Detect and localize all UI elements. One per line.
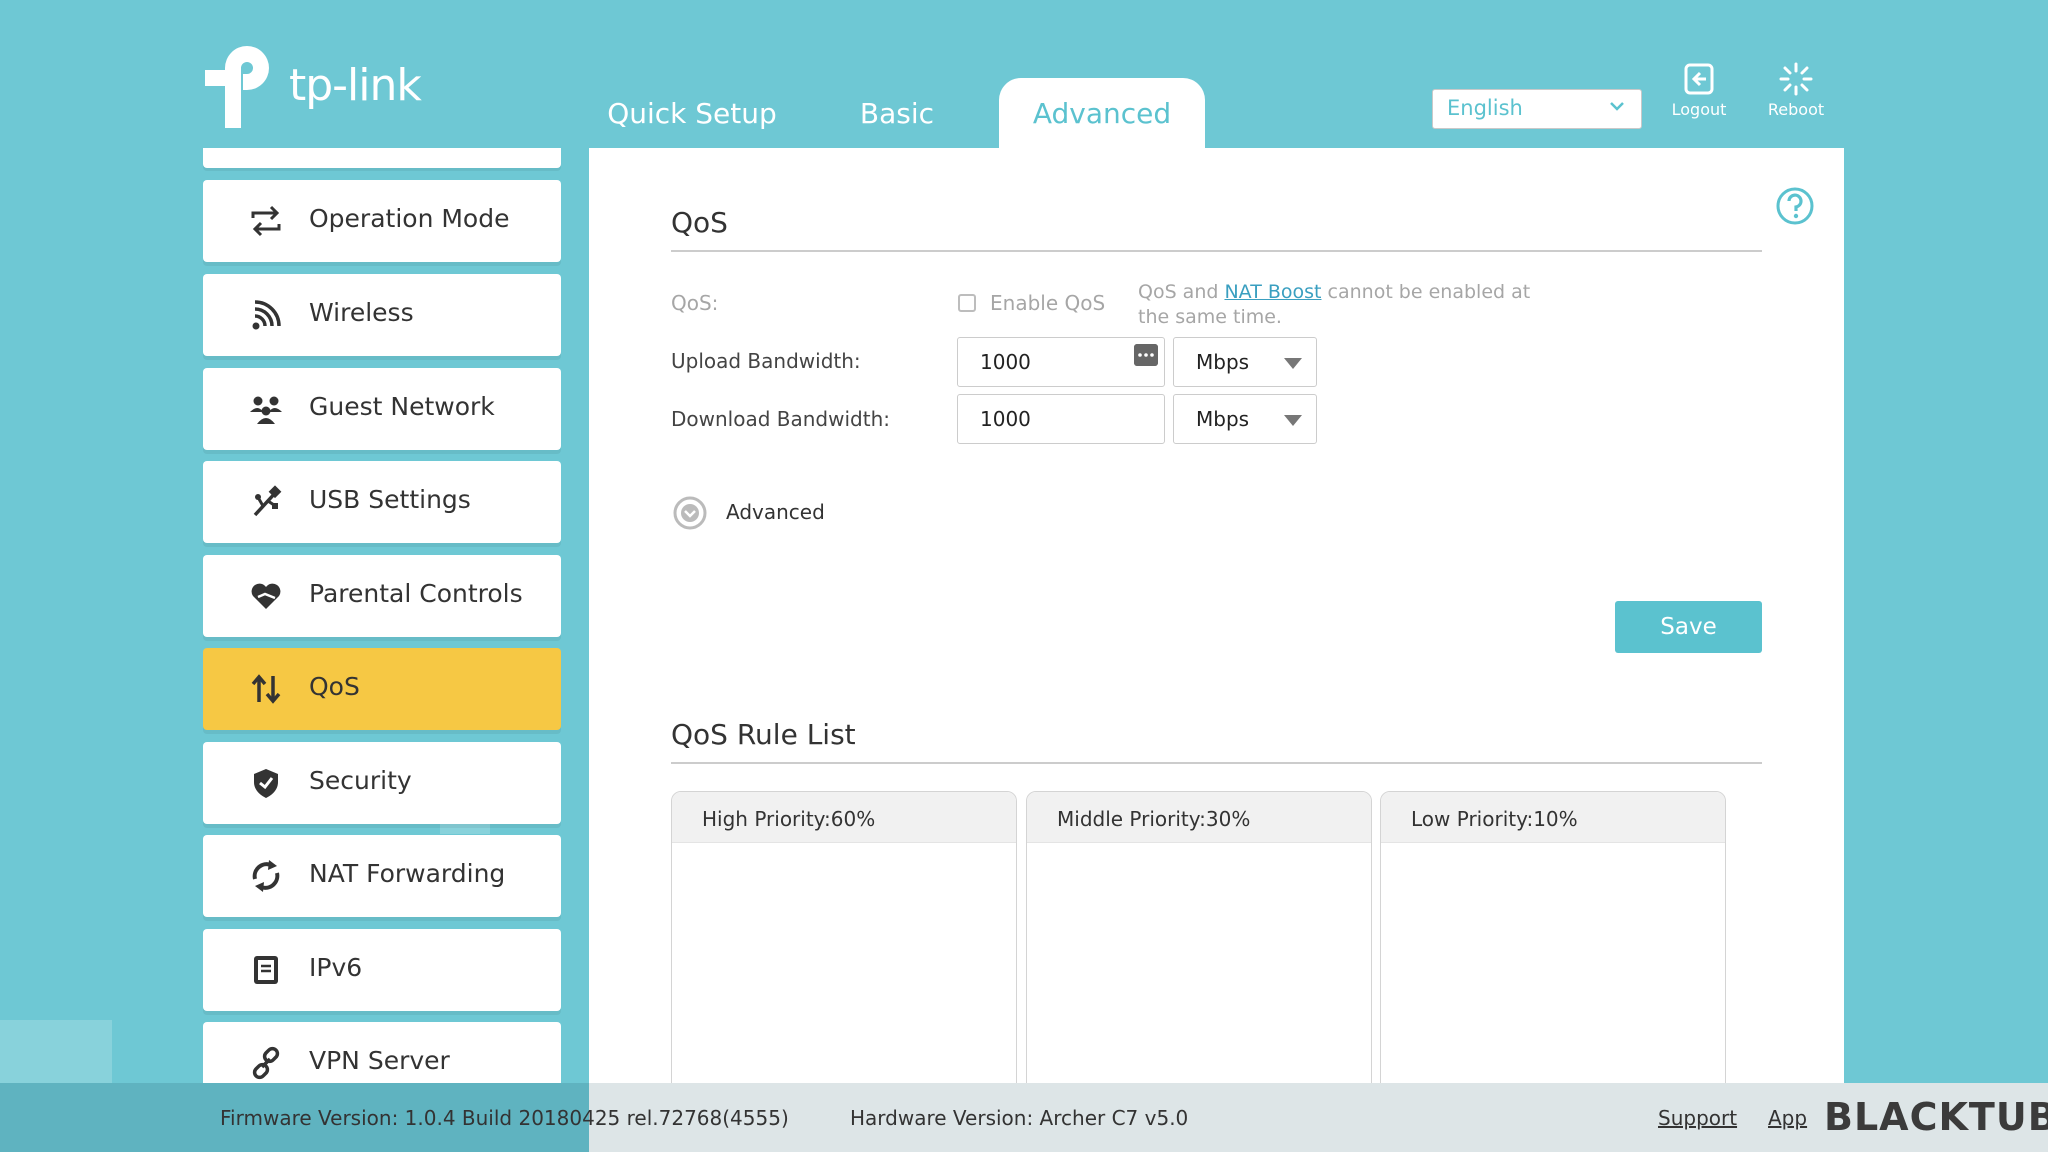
tab-advanced[interactable]: Advanced	[999, 78, 1205, 148]
sidebar-item-label: Wireless	[309, 298, 414, 327]
guest-network-icon	[250, 396, 282, 424]
sidebar-item-label: Guest Network	[309, 392, 495, 421]
qos-label: QoS:	[671, 291, 719, 315]
nat-boost-link[interactable]: NAT Boost	[1224, 281, 1321, 303]
sidebar-item-label: Parental Controls	[309, 579, 523, 608]
language-value: English	[1447, 96, 1523, 120]
section-title-rule-list: QoS Rule List	[671, 718, 856, 751]
sidebar-item-label: NAT Forwarding	[309, 859, 506, 888]
logout-button[interactable]: Logout	[1654, 62, 1744, 119]
priority-header: Low Priority:10%	[1381, 792, 1725, 843]
sidebar-item-guest-network[interactable]: Guest Network	[203, 368, 561, 450]
upload-unit-select[interactable]: Mbps	[1173, 337, 1317, 387]
download-bandwidth-label: Download Bandwidth:	[671, 407, 890, 431]
vpn-link-icon	[252, 1046, 280, 1080]
logout-icon	[1684, 63, 1714, 95]
sidebar-item-security[interactable]: Security	[203, 742, 561, 824]
keyboard-icon[interactable]	[1134, 344, 1158, 366]
divider	[671, 762, 1762, 764]
high-priority-box: High Priority:60%	[671, 791, 1017, 1093]
tab-quick-setup[interactable]: Quick Setup	[600, 78, 784, 148]
parental-controls-icon	[251, 583, 281, 609]
usb-icon	[253, 485, 282, 517]
nat-forwarding-icon	[252, 860, 280, 892]
dropdown-arrow-icon	[1284, 415, 1302, 426]
sidebar-item-label: Operation Mode	[309, 204, 510, 233]
sidebar-item-wireless[interactable]: Wireless	[203, 274, 561, 356]
note-text: QoS and	[1138, 281, 1225, 303]
upload-bandwidth-label: Upload Bandwidth:	[671, 349, 861, 373]
tp-link-logo: tp-link	[203, 46, 433, 132]
watermark: BLACKTUBI	[1824, 1095, 2048, 1139]
divider	[671, 250, 1762, 252]
sidebar-item-usb-settings[interactable]: USB Settings	[203, 461, 561, 543]
nat-boost-note: QoS and NAT Boost cannot be enabled at t…	[1138, 280, 1558, 330]
operation-mode-icon	[251, 205, 281, 237]
sidebar-item-nat-forwarding[interactable]: NAT Forwarding	[203, 835, 561, 917]
sidebar-item-operation-mode[interactable]: Operation Mode	[203, 180, 561, 262]
enable-qos-checkbox[interactable]	[958, 294, 976, 312]
sidebar-item-qos[interactable]: QoS	[203, 648, 561, 730]
ipv6-icon	[254, 956, 278, 984]
advanced-toggle-label[interactable]: Advanced	[726, 500, 825, 524]
download-unit-select[interactable]: Mbps	[1173, 394, 1317, 444]
download-value: 1000	[980, 407, 1031, 431]
app-link[interactable]: App	[1768, 1106, 1807, 1130]
sidebar-item-ipv6[interactable]: IPv6	[203, 929, 561, 1011]
sidebar-item-label: VPN Server	[309, 1046, 450, 1075]
logout-label: Logout	[1671, 100, 1727, 119]
upload-value: 1000	[980, 350, 1031, 374]
tp-link-mark-icon	[205, 46, 269, 128]
footer: Firmware Version: 1.0.4 Build 20180425 r…	[0, 1083, 2048, 1152]
sidebar-item-parental-controls[interactable]: Parental Controls	[203, 555, 561, 637]
upload-unit-value: Mbps	[1196, 350, 1250, 374]
dropdown-arrow-icon	[1284, 358, 1302, 369]
download-bandwidth-input[interactable]: 1000	[957, 394, 1165, 444]
priority-header: High Priority:60%	[672, 792, 1016, 843]
language-select[interactable]: English	[1432, 89, 1642, 129]
logo-text: tp-link	[289, 60, 422, 111]
firmware-version: Firmware Version: 1.0.4 Build 20180425 r…	[220, 1106, 789, 1130]
priority-header: Middle Priority:30%	[1027, 792, 1371, 843]
expand-advanced-icon[interactable]	[672, 495, 708, 531]
tab-basic[interactable]: Basic	[840, 78, 954, 148]
low-priority-box: Low Priority:10%	[1380, 791, 1726, 1093]
sidebar-item-label: QoS	[309, 672, 360, 701]
chevron-down-icon	[1610, 102, 1624, 111]
reboot-label: Reboot	[1767, 100, 1825, 119]
save-button[interactable]: Save	[1615, 601, 1762, 653]
download-unit-value: Mbps	[1196, 407, 1250, 431]
sidebar-item-label: Security	[309, 766, 412, 795]
section-title-qos: QoS	[671, 206, 728, 239]
sidebar-item-label: IPv6	[309, 953, 363, 982]
reboot-icon	[1779, 62, 1813, 96]
hardware-version: Hardware Version: Archer C7 v5.0	[850, 1106, 1189, 1130]
reboot-button[interactable]: Reboot	[1751, 62, 1841, 119]
middle-priority-box: Middle Priority:30%	[1026, 791, 1372, 1093]
shield-icon	[254, 769, 278, 798]
sidebar-item-label: USB Settings	[309, 485, 471, 514]
sidebar-item-partial[interactable]	[203, 148, 561, 168]
help-icon[interactable]	[1775, 186, 1815, 226]
enable-qos-label[interactable]: Enable QoS	[990, 291, 1105, 315]
upload-bandwidth-input[interactable]: 1000	[957, 337, 1165, 387]
qos-icon	[251, 674, 281, 704]
support-link[interactable]: Support	[1658, 1106, 1737, 1130]
wireless-icon	[252, 300, 281, 330]
